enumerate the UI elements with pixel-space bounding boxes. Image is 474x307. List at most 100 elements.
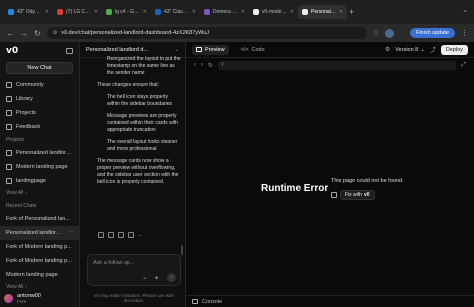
bullet-item: Reorganized the layout to put the timest… — [107, 56, 181, 76]
chevron-down-icon[interactable]: ⌄ — [175, 47, 179, 53]
settings-icon[interactable]: ⚙ — [385, 46, 390, 53]
sidebar-item-label: Personalized landlord da... — [6, 230, 64, 236]
more-icon[interactable]: ⋯ — [68, 230, 74, 236]
chat-input[interactable]: Ask a follow up... ⌁ ✦ ↑ — [87, 254, 181, 286]
copy-icon[interactable] — [98, 232, 104, 238]
sidebar-item[interactable]: Personalized landlord da... ⋯ — [0, 226, 79, 240]
more-icon[interactable]: ⌄ — [138, 232, 142, 238]
enhance-icon[interactable]: ✦ — [154, 275, 159, 282]
item-icon — [6, 110, 12, 116]
close-icon[interactable]: ✕ — [339, 9, 343, 15]
v0-logo[interactable]: v0 — [6, 46, 18, 56]
sidebar-item[interactable]: Library — [0, 92, 79, 106]
new-tab-button[interactable]: + — [349, 7, 354, 17]
user-menu[interactable]: antonw00 Free — [0, 289, 80, 307]
sidebar-item[interactable]: Fork of Personalized lan... — [0, 212, 79, 226]
browser-tab[interactable]: Domera - Desti✕ — [200, 5, 249, 19]
browser-menu-icon[interactable]: ⋮ — [461, 29, 468, 37]
preview-path-field[interactable]: / — [218, 60, 457, 70]
chat-title[interactable]: Personalized landlord d... — [86, 47, 171, 53]
tab-title: 43" Class OLED — [164, 9, 189, 15]
close-icon[interactable]: ✕ — [241, 9, 245, 15]
bullet-item: The bell icon stays properly within the … — [107, 94, 173, 107]
sidebar-item[interactable]: Fork of Modern landing p... — [0, 254, 79, 268]
tab-preview[interactable]: Preview — [192, 44, 229, 55]
sidebar-item-label: Library — [16, 96, 33, 102]
bullet-item: The overall layout looks cleaner and mor… — [107, 139, 178, 152]
assistant-message: Reorganized the layout to put the timest… — [97, 56, 181, 234]
sidebar-item[interactable]: Community — [0, 78, 79, 92]
browser-tab[interactable]: (7) LG C4 vs. Sa✕ — [53, 5, 102, 19]
browser-tab[interactable]: 43" Class OLED✕ — [151, 5, 200, 19]
close-icon[interactable]: ✕ — [45, 9, 49, 15]
profile-avatar[interactable] — [384, 28, 394, 38]
sidebar-toggle-icon[interactable] — [66, 48, 73, 54]
site-info-icon[interactable]: ⚙ — [53, 30, 57, 36]
sidebar-item-label: Modern landing page — [16, 164, 68, 170]
bookmark-star-icon[interactable]: ☆ — [373, 29, 379, 37]
close-icon[interactable]: ✕ — [192, 9, 196, 15]
preview-forward-icon[interactable]: › — [201, 62, 203, 68]
tab-search-icon[interactable]: ⌄ — [462, 6, 468, 14]
close-icon[interactable]: ✕ — [143, 9, 147, 15]
item-icon — [6, 164, 12, 170]
user-avatar — [4, 293, 13, 303]
forward-icon[interactable]: → — [20, 29, 28, 38]
new-chat-button[interactable]: New Chat — [6, 62, 73, 74]
sidebar-item[interactable]: Projects — [0, 106, 79, 120]
browser-tab[interactable]: v0-modern-lan✕ — [249, 5, 298, 19]
paragraph: These changes ensure that: — [97, 82, 159, 88]
preview-reload-icon[interactable]: ↻ — [208, 62, 213, 69]
preview-url-row: ‹ › ↻ / ⤢ — [186, 58, 474, 72]
disclaimer: v0 may make mistakes. Please use with di… — [94, 293, 174, 303]
close-icon[interactable]: ✕ — [290, 9, 294, 15]
tab-code[interactable]: </> Code — [237, 45, 269, 55]
projects-view-all[interactable]: View All › — [0, 188, 79, 200]
sidebar-item-label: Feedback — [16, 124, 41, 130]
thumbs-up-icon[interactable] — [118, 232, 124, 238]
reload-icon[interactable]: ↻ — [34, 29, 41, 38]
copy-error-icon[interactable] — [331, 192, 337, 198]
sidebar-item-label: Community — [16, 82, 44, 88]
finish-update-button[interactable]: Finish update — [409, 28, 455, 38]
sidebar-item[interactable]: Modern landing page — [0, 160, 79, 174]
message-actions: ⌄ — [98, 232, 142, 238]
item-icon — [6, 150, 12, 156]
code-icon: </> — [240, 46, 249, 53]
version-button[interactable]: Version 8 ⌄ — [395, 47, 425, 53]
preview-panel: Preview </> Code ⚙ Version 8 ⌄ ⤴ Deploy ‹ … — [186, 42, 474, 307]
thumbs-down-icon[interactable] — [128, 232, 134, 238]
console-bar[interactable]: Console — [186, 295, 474, 307]
share-icon[interactable]: ⤴ — [430, 45, 436, 54]
browser-tab[interactable]: Personalized la✕ — [298, 5, 347, 19]
sidebar-item[interactable]: landingpage — [0, 174, 79, 188]
preview-toolbar: Preview </> Code ⚙ Version 8 ⌄ ⤴ Deploy — [186, 42, 474, 58]
fix-with-v0-button[interactable]: Fix with v0 — [340, 190, 375, 200]
paragraph: The message cards now show a proper prev… — [97, 158, 179, 185]
item-icon — [6, 178, 12, 184]
url-text: v0.dev/chat/personalized-landlord-dashbo… — [61, 30, 210, 36]
chat-scrollbar[interactable] — [181, 245, 183, 255]
open-external-icon[interactable]: ⤢ — [461, 62, 466, 69]
sidebar-item[interactable]: Personalized landlord d... — [0, 146, 79, 160]
tab-title: 43" Odyssey Ne — [17, 9, 42, 15]
sidebar-item[interactable]: Fork of Modern landing p... — [0, 240, 79, 254]
browser-tab[interactable]: 43" Odyssey Ne✕ — [4, 5, 53, 19]
chat-input-placeholder: Ask a follow up... — [93, 260, 135, 266]
back-icon[interactable]: ← — [6, 29, 14, 38]
refresh-icon[interactable] — [108, 232, 114, 238]
attach-icon[interactable]: ⌁ — [143, 275, 147, 282]
sidebar-item[interactable]: Feedback — [0, 120, 79, 134]
browser-tab[interactable]: lg c4 - Google S✕ — [102, 5, 151, 19]
browser-tabbar: 43" Odyssey Ne✕(7) LG C4 vs. Sa✕lg c4 - … — [0, 0, 474, 24]
deploy-button[interactable]: Deploy — [440, 44, 468, 55]
user-name: antonw00 — [17, 292, 41, 299]
preview-back-icon[interactable]: ‹ — [194, 62, 196, 68]
send-button[interactable]: ↑ — [167, 273, 176, 282]
terminal-icon — [192, 299, 198, 304]
tab-title: v0-modern-lan — [262, 9, 287, 15]
sidebar-item[interactable]: Modern landing page — [0, 268, 79, 282]
close-icon[interactable]: ✕ — [94, 9, 98, 15]
url-field[interactable]: ⚙ v0.dev/chat/personalized-landlord-dash… — [46, 27, 367, 39]
console-label: Console — [202, 298, 223, 305]
